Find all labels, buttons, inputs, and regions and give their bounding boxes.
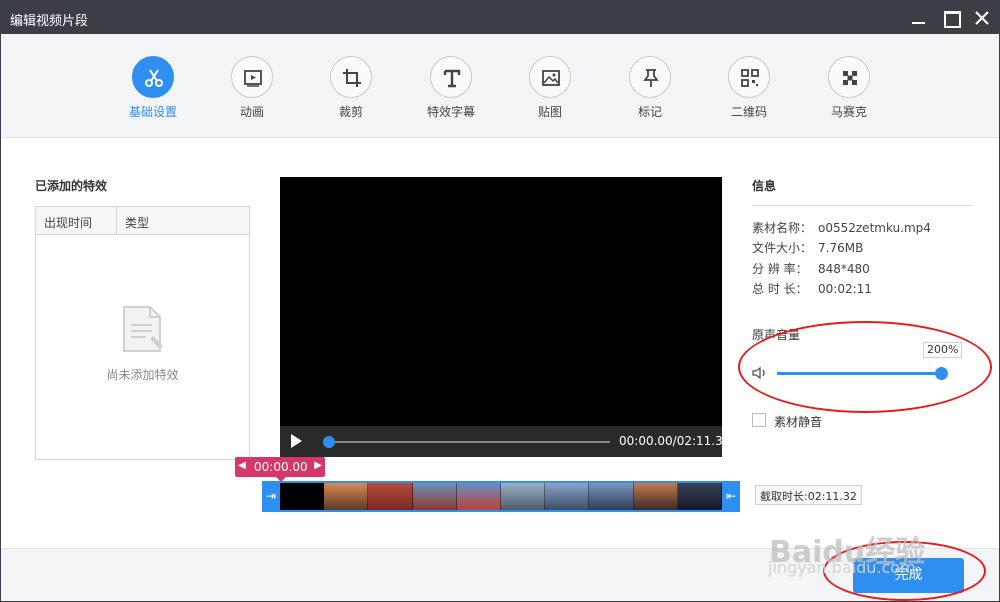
info-row-resolution: 分 辨 率： 848*480 [752, 260, 870, 277]
frame-thumbnail [677, 483, 723, 510]
progress-track[interactable] [324, 441, 610, 443]
frame-thumbnail [412, 483, 457, 510]
effects-title: 已添加的特效 [35, 179, 108, 193]
maximize-button[interactable] [939, 6, 963, 30]
info-value: 7.76MB [818, 241, 864, 255]
volume-label: 原声音量 [752, 328, 801, 342]
effects-table: 出现时间 类型 尚未添加特效 [35, 206, 250, 460]
tab-marker[interactable]: 标记 [605, 34, 695, 138]
step-forward-icon[interactable]: ▶ [314, 460, 322, 471]
tab-mosaic[interactable]: 马赛克 [804, 34, 894, 138]
tab-label: 特效字幕 [426, 105, 475, 119]
info-key: 文件大小： [752, 241, 813, 255]
title-bar: 编辑视频片段 [1, 1, 999, 34]
image-icon [542, 70, 560, 86]
tab-crop[interactable]: 裁剪 [306, 34, 396, 138]
tool-tabs: 基础设置 动画 裁剪 特效字幕 贴图 标记 二维码 马赛克 [1, 34, 999, 138]
frame-thumbnail [501, 483, 546, 510]
pin-icon [643, 69, 659, 87]
column-header-type: 类型 [125, 216, 150, 230]
trim-end-handle[interactable]: ⇤ [722, 481, 740, 512]
step-back-icon[interactable]: ◀ [238, 460, 246, 471]
empty-state-text: 尚未添加特效 [106, 368, 179, 382]
frame-thumbnail [280, 483, 325, 510]
text-t-icon [443, 69, 461, 88]
info-row-duration: 总 时 长： 00:02:11 [752, 280, 872, 297]
info-key: 素材名称： [752, 221, 813, 235]
tab-label: 动画 [239, 105, 264, 119]
tab-special-subtitles[interactable]: 特效字幕 [406, 34, 496, 138]
play-frame-icon [244, 70, 262, 87]
effects-table-header: 出现时间 类型 [36, 207, 249, 235]
frame-thumbnail [368, 483, 413, 510]
info-key: 分 辨 率： [752, 262, 808, 276]
frame-thumbnail [545, 483, 590, 510]
player-controls: 00:00.00/02:11.32 [280, 426, 730, 457]
edit-video-window: 编辑视频片段 基础设置 动画 裁剪 特效字幕 贴图 标记 二维码 马赛克 已添加… [0, 0, 1000, 602]
info-value: 00:02:11 [818, 282, 872, 296]
qr-code-icon [741, 69, 759, 87]
tab-label: 二维码 [730, 105, 767, 119]
frame-thumbnail [456, 483, 502, 510]
video-preview[interactable] [280, 177, 722, 457]
info-row-size: 文件大小： 7.76MB [752, 239, 863, 256]
tab-label: 标记 [637, 105, 662, 119]
clip-strip: ⇥ ⇤ [262, 481, 740, 512]
info-divider [752, 205, 973, 206]
trim-start-handle[interactable]: ⇥ [262, 481, 280, 512]
play-icon[interactable] [288, 433, 304, 449]
speaker-icon[interactable] [752, 366, 768, 380]
tab-label: 贴图 [537, 105, 562, 119]
frame-thumbnail [589, 483, 634, 510]
tab-basic-settings[interactable]: 基础设置 [108, 34, 198, 138]
start-time-value: 00:00.00 [254, 460, 308, 474]
mosaic-icon [843, 71, 857, 85]
clip-length-label: 截取时长:02:11.32 [755, 485, 862, 505]
volume-slider-handle[interactable] [935, 367, 948, 380]
minimize-button[interactable] [906, 6, 930, 30]
mute-checkbox[interactable] [752, 413, 766, 427]
close-icon [975, 11, 989, 25]
info-row-name: 素材名称： o0552zetmku.mp4 [752, 219, 931, 236]
info-title: 信息 [752, 179, 777, 193]
frame-thumbnail [633, 483, 678, 510]
tab-animation[interactable]: 动画 [207, 34, 297, 138]
thumbnail-frames [280, 483, 723, 510]
start-time-tag[interactable]: ◀ 00:00.00 ▶ [235, 457, 325, 482]
volume-percentage: 200% [923, 342, 963, 358]
close-button[interactable] [970, 6, 994, 30]
empty-document-icon [123, 306, 163, 352]
info-value: 848*480 [818, 262, 870, 276]
tab-label: 裁剪 [338, 105, 363, 119]
info-value: o0552zetmku.mp4 [818, 221, 931, 235]
tab-label: 马赛克 [830, 105, 867, 119]
tab-qr-code[interactable]: 二维码 [704, 34, 794, 138]
column-header-time: 出现时间 [44, 216, 93, 230]
progress-handle[interactable] [323, 436, 335, 448]
volume-slider-track[interactable] [777, 372, 943, 375]
frame-thumbnail [324, 483, 369, 510]
window-title: 编辑视频片段 [10, 14, 89, 29]
info-key: 总 时 长： [752, 282, 808, 296]
crop-icon [343, 69, 361, 87]
scissors-icon [145, 69, 163, 87]
tab-label: 基础设置 [128, 105, 177, 119]
time-readout: 00:00.00/02:11.32 [619, 434, 731, 448]
mute-label: 素材静音 [774, 415, 823, 429]
tab-sticker[interactable]: 贴图 [505, 34, 595, 138]
watermark-url: jingyan.baidu.com [768, 558, 916, 577]
